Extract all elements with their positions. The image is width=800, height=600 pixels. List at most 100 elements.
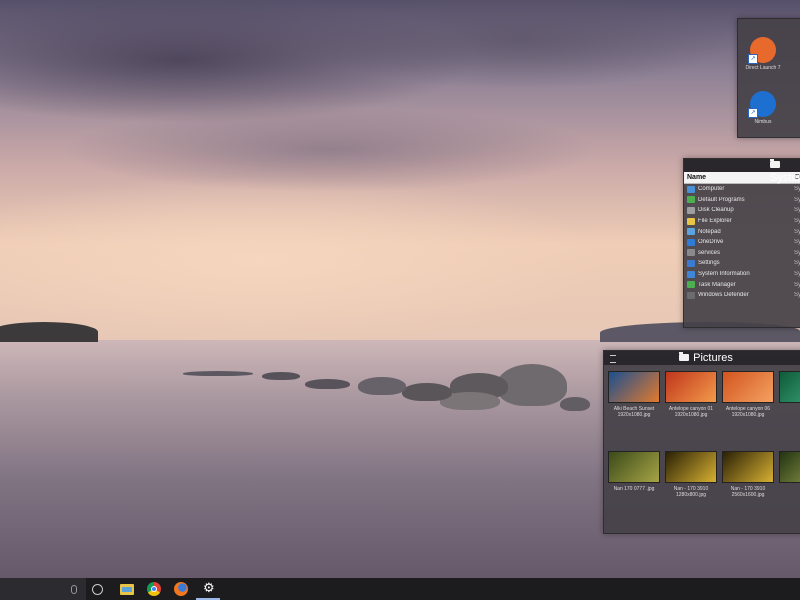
thumbnail-image: [608, 371, 660, 403]
item-detail: Sy: [794, 249, 800, 256]
thumbnail-image: [779, 371, 800, 403]
list-item[interactable]: Settings Sy: [684, 258, 800, 269]
fence-title-bar[interactable]: System: [684, 159, 800, 184]
program-icon: [687, 249, 695, 257]
item-detail: Sy: [794, 260, 800, 267]
thumbnail-image: [722, 371, 774, 403]
list-item[interactable]: Windows Defender Sy: [684, 290, 800, 301]
system-fence: System Name D ComputerSyDefault Programs…: [683, 158, 800, 328]
list-item[interactable]: Disk Cleanup Sy: [684, 205, 800, 216]
thumbnail-image: [665, 371, 717, 403]
wallpaper-rock: [560, 397, 590, 411]
thumbnail-caption: Nan - 170 3910 1280x800.jpg: [673, 486, 709, 498]
picture-thumbnail[interactable]: Nan - 170 3910 1280x800.jpg: [665, 451, 717, 498]
list-item[interactable]: Notepad Sy: [684, 226, 800, 237]
item-detail: Sy: [794, 271, 800, 278]
desktop-shortcuts-fence: ↗ Direct Launch 7 ↗ Nimbus: [737, 18, 800, 138]
list-item[interactable]: Default Programs Sy: [684, 195, 800, 206]
picture-thumbnail[interactable]: [779, 451, 800, 498]
item-detail: Sy: [794, 281, 800, 288]
list-item[interactable]: OneDrive Sy: [684, 237, 800, 248]
firefox-icon[interactable]: [174, 582, 188, 596]
program-icon: [687, 228, 695, 236]
wallpaper-island-left: [0, 322, 98, 342]
wallpaper-rock: [402, 383, 452, 401]
thumbnail-caption: Nan - 170 3910 2560x1600.jpg: [730, 486, 766, 498]
shortcut-direct-launch[interactable]: ↗ Direct Launch 7: [742, 37, 784, 71]
taskbar: [0, 578, 800, 600]
item-name: Task Manager: [698, 281, 736, 288]
program-icon: [687, 259, 695, 267]
thumbnail-image: [722, 451, 774, 483]
item-name: Computer: [698, 186, 725, 193]
task-view-icon[interactable]: [92, 584, 103, 595]
program-icon: [687, 185, 695, 193]
item-detail: Sy: [794, 196, 800, 203]
blue-app-icon: ↗: [748, 91, 776, 118]
picture-thumbnail[interactable]: Antelope canyon 01 1920x1080.jpg: [665, 371, 717, 418]
list-item[interactable]: System Information Sy: [684, 269, 800, 280]
thumbnail-image: [665, 451, 717, 483]
chrome-icon[interactable]: [147, 582, 161, 596]
folder-icon: [679, 351, 690, 361]
settings-gear-icon[interactable]: [202, 582, 216, 596]
item-name: System Information: [698, 271, 750, 278]
fence-menu-icon[interactable]: [610, 355, 616, 363]
wallpaper-rock: [183, 371, 253, 376]
item-detail: Sy: [794, 239, 800, 246]
taskbar-search-box[interactable]: [0, 578, 86, 600]
wallpaper-rock: [305, 379, 350, 389]
thumbnail-image: [608, 451, 660, 483]
list-item[interactable]: services Sy: [684, 248, 800, 259]
item-detail: Sy: [794, 218, 800, 225]
program-icon: [687, 196, 695, 204]
picture-thumbnail[interactable]: Nan 170 0777 .jpg: [608, 451, 660, 498]
item-detail: Sy: [794, 228, 800, 235]
microphone-icon[interactable]: [71, 585, 77, 594]
item-name: Windows Defender: [698, 292, 749, 299]
shortcut-arrow-icon: ↗: [748, 108, 758, 118]
pictures-fence: Pictures Alki Beach Sunset 1920x1080.jpg…: [603, 350, 800, 534]
item-name: OneDrive: [698, 239, 724, 246]
thumbnail-caption: Alki Beach Sunset 1920x1080.jpg: [613, 406, 655, 418]
item-detail: Sy: [794, 186, 800, 193]
item-name: File Explorer: [698, 218, 732, 225]
program-icon: [687, 281, 695, 289]
program-icon: [687, 291, 695, 299]
picture-thumbnail[interactable]: Alki Beach Sunset 1920x1080.jpg: [608, 371, 660, 418]
item-name: Disk Cleanup: [698, 207, 734, 214]
thumbnail-caption: Nan 170 0777 .jpg: [613, 486, 655, 492]
program-icon: [687, 270, 695, 278]
file-explorer-icon[interactable]: [120, 584, 134, 595]
item-name: Notepad: [698, 228, 721, 235]
program-icon: [687, 217, 695, 225]
picture-thumbnail[interactable]: Nan - 170 3910 2560x1600.jpg: [722, 451, 774, 498]
thumbnail-image: [779, 451, 800, 483]
list-item[interactable]: Computer Sy: [684, 184, 800, 195]
program-icon: [687, 206, 695, 214]
shortcut-arrow-icon: ↗: [748, 54, 758, 64]
thumbnail-caption: Antelope canyon 01 1920x1080.jpg: [668, 406, 714, 418]
wallpaper-rock: [358, 377, 406, 395]
list-item[interactable]: File Explorer Sy: [684, 216, 800, 227]
item-name: services: [698, 249, 721, 256]
item-detail: Sy: [794, 292, 800, 299]
fence-title: Pictures: [693, 352, 733, 364]
fence-title-bar[interactable]: Pictures: [604, 351, 800, 365]
program-icon: [687, 238, 695, 246]
thumbnail-caption: Antelope canyon 06 1920x1080.jpg: [725, 406, 771, 418]
item-name: Settings: [698, 260, 720, 267]
thumbnail-caption: Gre: [779, 406, 800, 418]
list-item[interactable]: Task Manager Sy: [684, 279, 800, 290]
orange-app-icon: ↗: [748, 37, 776, 64]
folder-icon: [770, 159, 780, 168]
picture-thumbnail[interactable]: Gre: [779, 371, 800, 418]
system-list: Computer Sy Default Programs Sy Disk Cleanup…: [684, 184, 800, 301]
shortcut-nimbus[interactable]: ↗ Nimbus: [742, 91, 784, 125]
item-name: Default Programs: [698, 196, 745, 203]
shortcut-label: Nimbus: [754, 119, 772, 125]
fence-title: System: [770, 172, 800, 184]
wallpaper-rock: [262, 372, 300, 380]
picture-thumbnail[interactable]: Antelope canyon 06 1920x1080.jpg: [722, 371, 774, 418]
shortcut-label: Direct Launch 7: [745, 65, 781, 71]
